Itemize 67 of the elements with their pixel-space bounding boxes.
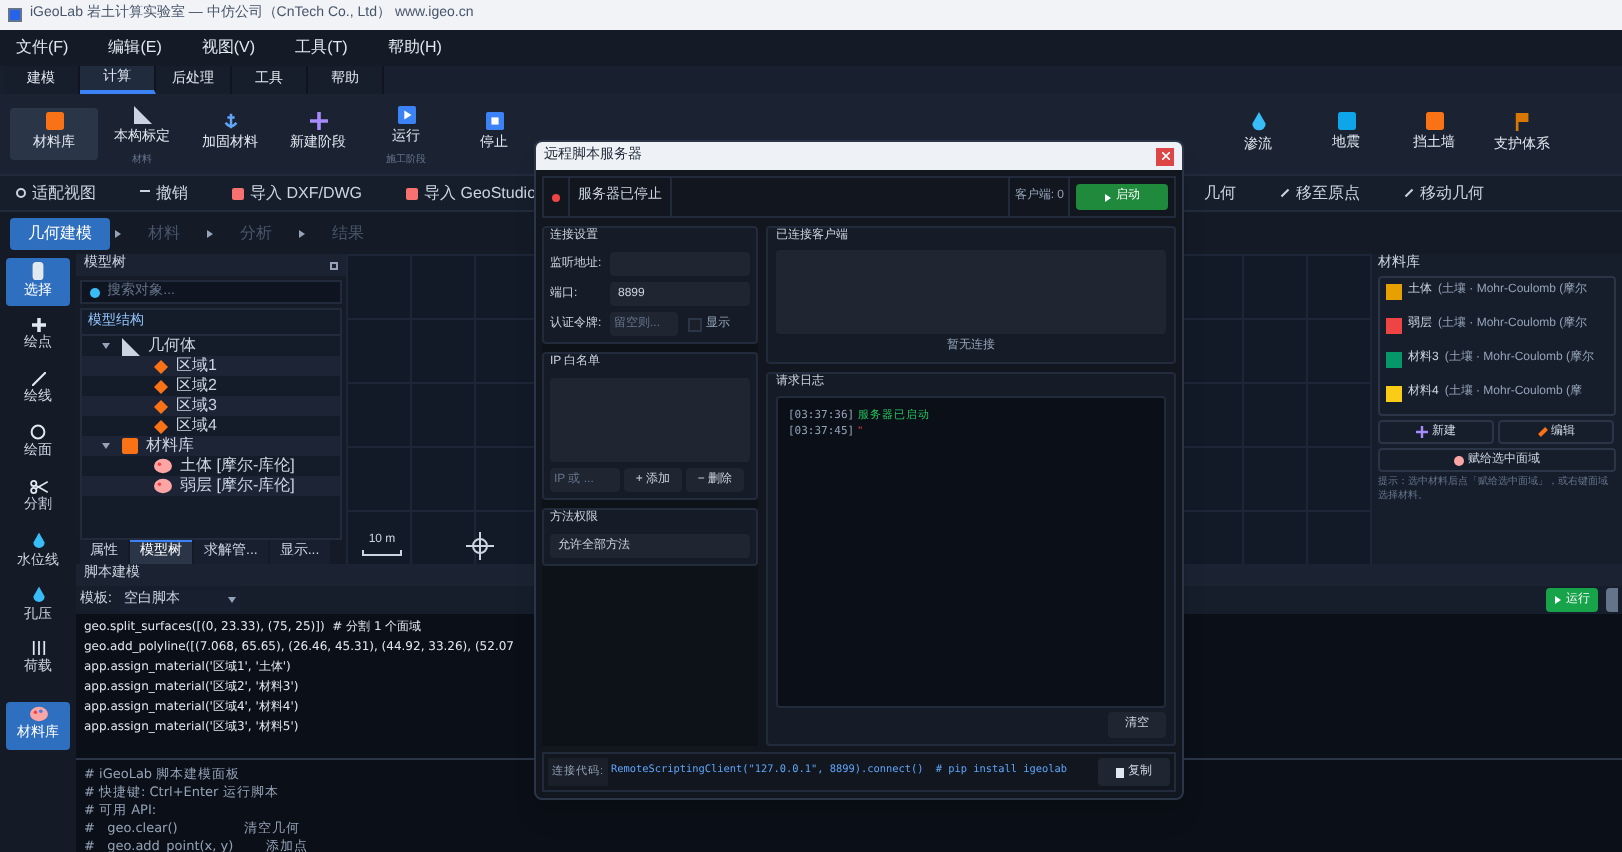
clipboard-icon [1116,767,1124,777]
toolbar-button[interactable]: 导入 DXF/DWG [232,181,362,205]
play-icon [1104,193,1112,201]
float-icon[interactable] [330,261,338,269]
menu-item[interactable]: 帮助(H) [387,36,442,60]
arrow-icon [298,229,306,237]
arrow-icon [114,229,122,237]
circle-icon [30,424,46,441]
chevron-icon[interactable] [98,342,114,350]
pen-icon [1280,188,1290,198]
close-button[interactable] [1156,147,1174,165]
toolbar-button[interactable]: 几何 [1204,181,1237,205]
toolbar-button[interactable]: 适配视图 [16,181,96,205]
menu-item[interactable]: 视图(V) [201,36,256,60]
palette-icon [29,706,47,723]
drop-icon [31,531,45,550]
caret-icon [102,342,110,350]
palette-icon [1454,455,1464,465]
import-icon [406,187,418,199]
app-icon [8,8,22,22]
scale-bar [362,550,402,556]
play-icon [397,106,415,125]
menu-item[interactable]: 编辑(E) [108,36,162,60]
line-icon [31,371,45,386]
drop-icon [1249,111,1267,132]
pencil-icon [1537,427,1547,437]
square-icon [45,112,63,131]
square-icon [1425,112,1443,131]
tree-item[interactable]: 区域1 [176,354,217,378]
close-icon [1161,152,1169,160]
play-icon [1554,596,1562,604]
anchor-icon [221,112,239,131]
triangle-ruler-icon [133,106,151,125]
tree-item[interactable]: 几何体 [148,334,196,358]
plus-icon [1416,426,1428,438]
chevron-icon [227,596,236,604]
arrow-icon [206,229,214,237]
caret-icon [102,442,110,450]
plus-icon [309,112,327,131]
show-checkbox[interactable] [688,317,702,331]
toolbar-button[interactable]: 移动几何 [1404,181,1485,205]
tree-item[interactable]: 区域3 [176,394,217,418]
pen-icon [1404,188,1414,198]
toolbar-button[interactable]: 移至原点 [1280,181,1361,205]
workflow-step[interactable]: 几何建模 [10,217,110,249]
crosshair-icon [466,532,494,560]
tree-item[interactable]: 区域2 [176,374,217,398]
palette-icon [154,478,172,494]
toolbar-button[interactable]: 撤销 [140,181,188,205]
chevron-icon[interactable] [98,442,114,450]
plus-icon [31,317,45,332]
toolbar-button[interactable]: 导入 GeoStudio [406,181,537,205]
bars-icon [31,640,45,657]
import-icon [232,187,244,199]
drop-icon [31,585,45,604]
cursor-icon [30,261,46,280]
triangle-icon [122,337,140,355]
tree-item[interactable]: 土体 [摩尔-库伦] [180,454,295,478]
scissors-icon [29,479,47,494]
palette-icon [154,458,172,474]
tree-item[interactable]: 区域4 [176,414,217,438]
menu-item[interactable]: 文件(F) [16,36,69,60]
flag-icon [1513,111,1531,132]
square-icon [1337,112,1355,131]
menu-item[interactable]: 工具(T) [295,36,348,60]
stop-icon [485,112,503,131]
square-icon [122,438,138,454]
